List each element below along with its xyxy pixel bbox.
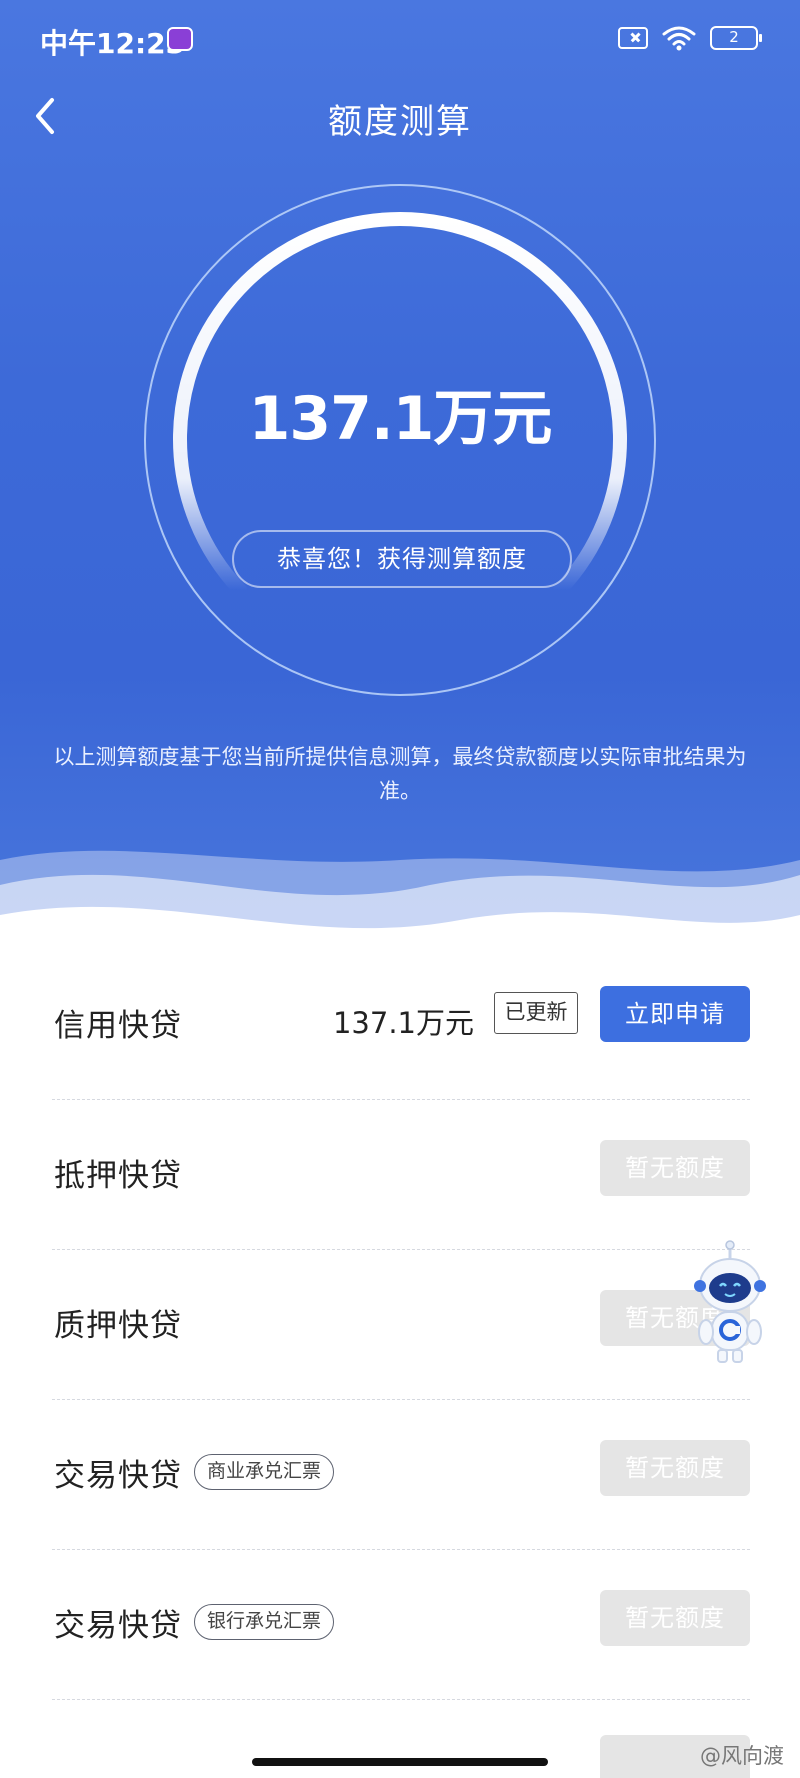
quota-amount: 137.1万元: [248, 384, 553, 454]
nav-bar: 额度测算: [0, 80, 800, 152]
sim-off-icon: [618, 27, 648, 49]
congrats-message: 恭喜您！获得测算额度: [232, 530, 572, 588]
wifi-icon: [662, 26, 696, 51]
product-name: 交易快贷: [54, 1608, 182, 1644]
battery-icon: 2: [710, 26, 762, 50]
product-name: 交易快贷: [54, 1458, 182, 1494]
hero-section: 中午12:23 2 额度测算 137.1万元 恭喜您！获得测算额度 以上测算额度…: [0, 0, 800, 960]
page-title: 额度测算: [328, 102, 472, 142]
product-row-mortgage: 抵押快贷 暂无额度: [52, 1100, 750, 1250]
no-quota-button[interactable]: 暂无额度: [600, 1590, 750, 1646]
home-indicator: [252, 1758, 548, 1766]
disclaimer-text: 以上测算额度基于您当前所提供信息测算，最终贷款额度以实际审批结果为准。: [53, 745, 747, 803]
product-row-credit: 信用快贷 137.1万元 已更新 立即申请: [52, 950, 750, 1100]
robot-assistant-icon[interactable]: [690, 1240, 770, 1370]
product-amount: 137.1万元: [332, 1006, 474, 1040]
status-bar: 中午12:23 2: [0, 0, 800, 80]
product-name: 抵押快贷: [54, 1158, 182, 1194]
product-row-trade-commercial: 交易快贷 商业承兑汇票 暂无额度: [52, 1400, 750, 1550]
no-quota-button[interactable]: 暂无额度: [600, 1140, 750, 1196]
product-name: 质押快贷: [54, 1308, 182, 1344]
product-row-pledge: 质押快贷 暂无额度: [52, 1250, 750, 1400]
wave-decoration: [0, 850, 800, 960]
product-tag: 商业承兑汇票: [194, 1454, 335, 1490]
status-time: 中午12:23: [40, 27, 186, 60]
app-notification-icon: [167, 27, 193, 51]
watermark: @风向渡: [700, 1744, 784, 1768]
updated-badge: 已更新: [494, 992, 578, 1034]
product-name: 信用快贷: [54, 1008, 182, 1044]
status-icons: 2: [618, 24, 762, 52]
product-list: 信用快贷 137.1万元 已更新 立即申请 抵押快贷 暂无额度 质押快贷 暂无额…: [0, 950, 800, 1700]
apply-now-button[interactable]: 立即申请: [600, 986, 750, 1042]
product-row-trade-bank: 交易快贷 银行承兑汇票 暂无额度: [52, 1550, 750, 1700]
product-tag: 银行承兑汇票: [194, 1604, 335, 1640]
no-quota-button[interactable]: 暂无额度: [600, 1440, 750, 1496]
